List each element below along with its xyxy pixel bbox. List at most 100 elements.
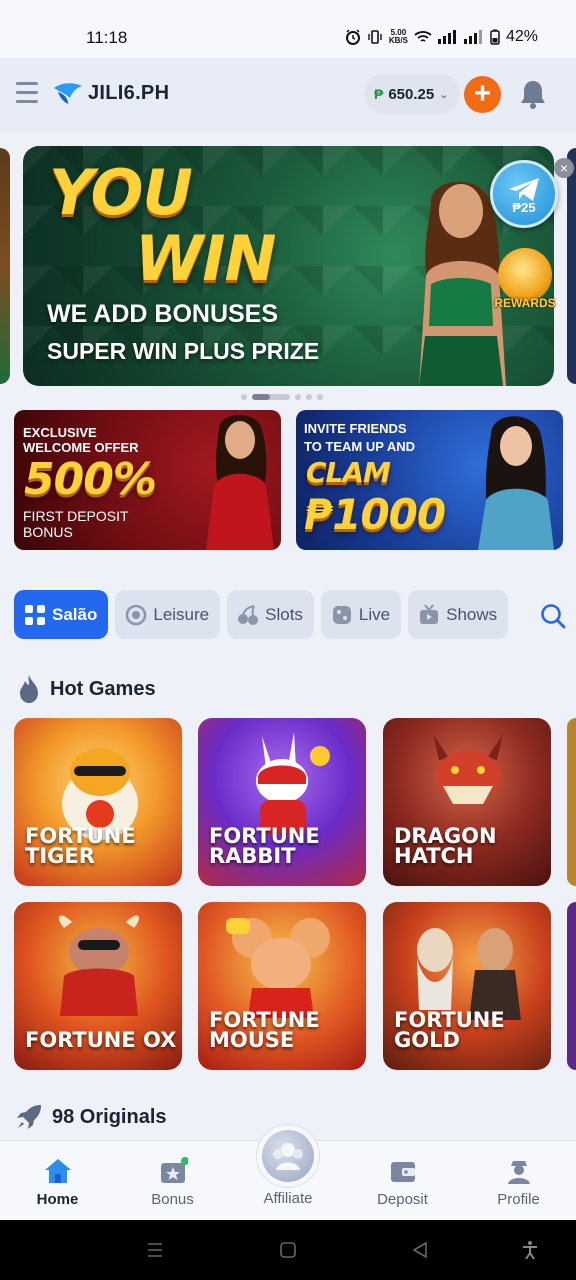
game-card[interactable]: FORTUNE TIGER: [14, 718, 182, 886]
game-card-peek[interactable]: [567, 902, 576, 1070]
game-name: DRAGON HATCH: [394, 826, 497, 868]
game-card[interactable]: FORTUNE OX: [14, 902, 182, 1070]
tab-slots[interactable]: Slots: [227, 590, 314, 639]
promo2-line3: CLAM: [306, 456, 391, 489]
game-name-line1: FORTUNE OX: [25, 1028, 177, 1052]
carousel-dot[interactable]: [241, 394, 247, 400]
nav-home[interactable]: Home: [0, 1141, 115, 1221]
game-name: FORTUNE TIGER: [25, 826, 136, 868]
promo2-line2: TO TEAM UP AND: [304, 439, 415, 454]
carousel-dot[interactable]: [317, 394, 323, 400]
banner-next-peek[interactable]: [567, 148, 576, 384]
menu-icon[interactable]: [16, 82, 38, 106]
carousel-indicator: [241, 394, 323, 400]
game-card-peek[interactable]: [567, 718, 576, 886]
banner-prev-peek[interactable]: [0, 148, 10, 384]
game-name-line2: TIGER: [25, 844, 95, 868]
game-name-line2: MOUSE: [209, 1028, 295, 1052]
recents-icon[interactable]: [145, 1240, 165, 1260]
vibrate-icon: [368, 30, 382, 44]
telegram-bonus-badge[interactable]: ₱25: [490, 160, 558, 228]
tab-label: Salão: [52, 604, 98, 624]
speed-unit: KB/S: [388, 36, 408, 45]
currency-symbol: ₱: [374, 86, 384, 102]
hot-games-header: Hot Games: [16, 674, 156, 704]
add-funds-button[interactable]: +: [464, 76, 501, 113]
search-icon[interactable]: [540, 603, 566, 629]
balance-selector[interactable]: ₱ 650.25 ⌄: [364, 74, 460, 114]
tab-label: Slots: [265, 604, 303, 624]
game-name: FORTUNE GOLD: [394, 1010, 505, 1052]
battery-level: 42%: [505, 28, 538, 45]
nav-label: Deposit: [377, 1191, 428, 1208]
carousel-dot[interactable]: [295, 394, 301, 400]
nav-bonus[interactable]: Bonus: [115, 1141, 230, 1221]
app-header: JILI6.PH ₱ 650.25 ⌄ +: [0, 58, 576, 132]
nav-label: Home: [36, 1191, 79, 1208]
game-art: [256, 732, 330, 834]
promo-welcome-offer[interactable]: EXCLUSIVE WELCOME OFFER 500% FIRST DEPOS…: [14, 410, 281, 550]
tv-icon: [420, 603, 439, 624]
carousel-dot[interactable]: [306, 394, 312, 400]
game-art: [226, 918, 330, 1018]
signal-icon: [437, 30, 458, 44]
game-card[interactable]: FORTUNE RABBIT: [198, 718, 366, 886]
bell-icon[interactable]: [518, 78, 548, 110]
logo-bird-icon: [54, 83, 82, 104]
target-icon: [126, 604, 147, 625]
banner-subline-1: WE ADD BONUSES: [47, 300, 279, 328]
tab-salao[interactable]: Salão: [14, 590, 109, 639]
tab-leisure[interactable]: Leisure: [115, 590, 221, 639]
status-icons: 5.00 KB/S 42%: [345, 28, 538, 46]
originals-title: 98 Originals: [52, 1105, 167, 1128]
originals-header: 98 Originals: [14, 1102, 167, 1132]
hero-banner[interactable]: YOU WIN WE ADD BONUSES SUPER WIN PLUS PR…: [23, 146, 554, 386]
balance-amount: 650.25: [388, 85, 435, 103]
game-card[interactable]: DRAGON HATCH: [383, 718, 551, 886]
network-speed: 5.00 KB/S: [389, 29, 408, 45]
tab-shows[interactable]: Shows: [408, 590, 509, 639]
carousel-dot-active[interactable]: [252, 394, 290, 400]
promo-model-image: [478, 416, 554, 550]
promo1-big: 500%: [24, 454, 157, 505]
game-name: FORTUNE OX: [25, 1028, 177, 1052]
status-bar: 11:18 5.00 KB/S 42%: [0, 0, 576, 58]
profile-icon: [508, 1161, 530, 1184]
game-art: [58, 915, 140, 1016]
promo-invite-friends[interactable]: INVITE FRIENDS TO TEAM UP AND CLAM ₱1000: [296, 410, 563, 550]
dice-icon: [332, 605, 351, 624]
game-art: [433, 734, 503, 804]
accessibility-icon[interactable]: [520, 1240, 540, 1260]
nav-affiliate[interactable]: [262, 1130, 314, 1182]
banner-headline-1: YOU: [49, 156, 193, 229]
hot-games-title: Hot Games: [50, 677, 156, 700]
tab-live[interactable]: Live: [320, 590, 402, 639]
close-icon[interactable]: ×: [554, 158, 574, 178]
chevron-down-icon: ⌄: [439, 88, 449, 101]
nav-profile[interactable]: Profile: [461, 1141, 576, 1221]
grid-icon: [25, 604, 45, 625]
rewards-label: REWARDS: [494, 296, 556, 310]
game-name-line2: HATCH: [394, 844, 474, 868]
telegram-bonus-amount: ₱25: [512, 200, 536, 215]
promo1-line1: EXCLUSIVE: [23, 425, 97, 440]
game-card[interactable]: FORTUNE GOLD: [383, 902, 551, 1070]
wallet-icon: [391, 1162, 415, 1182]
home-system-icon[interactable]: [278, 1240, 298, 1260]
back-icon[interactable]: [410, 1240, 430, 1260]
promo-model-image: [206, 415, 274, 550]
tab-label: Leisure: [153, 604, 210, 624]
nav-affiliate-label[interactable]: Affiliate: [230, 1190, 346, 1207]
game-card[interactable]: FORTUNE MOUSE: [198, 902, 366, 1070]
nav-deposit[interactable]: Deposit: [345, 1141, 460, 1221]
rewards-badge[interactable]: REWARDS: [492, 248, 558, 314]
affiliate-icon: [273, 1143, 303, 1170]
flame-icon: [20, 675, 38, 703]
game-name: FORTUNE MOUSE: [209, 1010, 320, 1052]
promo1-line4: BONUS: [23, 524, 73, 540]
logo[interactable]: JILI6.PH: [52, 80, 169, 106]
game-art: [417, 928, 521, 1020]
game-name: FORTUNE RABBIT: [209, 826, 320, 867]
signal-2-icon: [463, 30, 484, 44]
game-name-line2: GOLD: [394, 1028, 460, 1052]
